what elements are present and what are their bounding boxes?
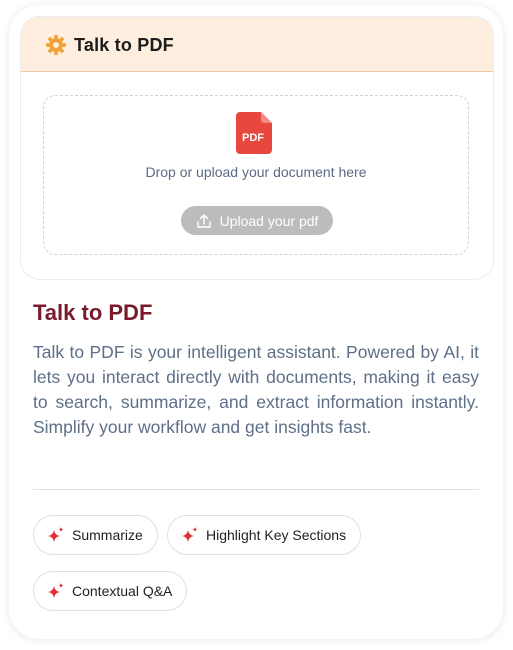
dropzone-prompt: Drop or upload your document here xyxy=(145,164,367,180)
sparkle-icon xyxy=(48,527,64,542)
sparkle-icon xyxy=(48,583,64,598)
gear-icon xyxy=(45,34,67,56)
pdf-badge-text: PDF xyxy=(242,132,264,144)
upload-button-label: Upload your pdf xyxy=(219,212,319,229)
feature-chip-contextual-qa[interactable]: Contextual Q&A xyxy=(33,571,188,611)
feature-chip-label: Highlight Key Sections xyxy=(206,527,347,543)
panel-title: Talk to PDF xyxy=(74,35,174,55)
upload-icon xyxy=(196,213,211,228)
file-dropzone[interactable]: PDF Drop or upload your document here Up… xyxy=(43,95,469,255)
description-text: Talk to PDF is your intelligent assistan… xyxy=(33,342,479,437)
feature-chip-label: Contextual Q&A xyxy=(72,583,173,599)
section-title: Talk to PDF xyxy=(33,300,153,325)
upload-panel: Talk to PDF PDF Drop or upload your docu… xyxy=(20,16,494,280)
pdf-file-icon: PDF xyxy=(236,112,272,154)
talk-to-pdf-card: Talk to PDF PDF Drop or upload your docu… xyxy=(9,5,503,639)
feature-chip-label: Summarize xyxy=(72,527,143,543)
upload-pdf-button[interactable]: Upload your pdf xyxy=(181,206,333,235)
feature-chip-summarize[interactable]: Summarize xyxy=(33,515,158,555)
panel-header: Talk to PDF xyxy=(21,17,493,72)
sparkle-icon xyxy=(182,527,198,542)
feature-chip-highlight-key-sections[interactable]: Highlight Key Sections xyxy=(167,515,362,555)
divider xyxy=(33,489,479,490)
